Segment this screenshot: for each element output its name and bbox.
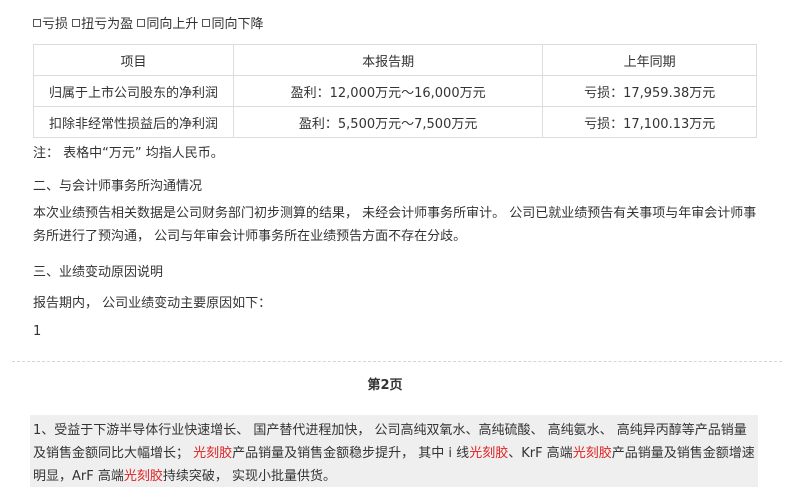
reason-paragraph: 1、受益于下游半导体行业快速增长、 国产替代进程加快， 公司高纯双氧水、高纯硫酸…	[33, 423, 755, 484]
table-note: 注： 表格中“万元” 均指人民币。	[33, 146, 224, 161]
table-cell: 扣除非经常性损益后的净利润	[33, 106, 234, 138]
table-cell: 亏损：17,100.13万元	[542, 106, 757, 138]
checkbox-icon	[72, 19, 81, 27]
header-prior-period: 上年同期	[542, 44, 757, 76]
highlight-term: 光刻胶	[193, 446, 233, 461]
checkbox-icon	[202, 19, 211, 27]
option-decrease: 同向下降	[202, 17, 263, 32]
table-row: 扣除非经常性损益后的净利润 盈利：5,500万元～7,500万元 亏损：17,1…	[33, 106, 757, 138]
table-header-row: 项目 本报告期 上年同期	[33, 44, 757, 76]
table-row: 归属于上市公司股东的净利润 盈利：12,000万元～16,000万元 亏损：17…	[33, 75, 757, 107]
section-2-heading: 二、与会计师事务所沟通情况	[33, 179, 203, 194]
checkbox-icon	[137, 19, 146, 27]
page-label: 第2页	[367, 378, 403, 393]
table-cell: 盈利：5,500万元～7,500万元	[232, 106, 544, 138]
section-2-body: 本次业绩预告相关数据是公司财务部门初步测算的结果， 未经会计师事务所审计。 公司…	[33, 206, 757, 244]
option-loss: 亏损	[33, 17, 68, 32]
highlight-term: 光刻胶	[123, 469, 163, 484]
checkbox-icon	[33, 19, 41, 27]
header-current-period: 本报告期	[232, 44, 544, 76]
header-item: 项目	[33, 44, 234, 76]
option-turnaround: 扭亏为盈	[72, 17, 133, 32]
table-cell: 亏损：17,959.38万元	[542, 75, 757, 107]
table-cell: 归属于上市公司股东的净利润	[33, 75, 234, 107]
page-divider	[12, 361, 782, 362]
table-cell: 盈利：12,000万元～16,000万元	[232, 75, 544, 107]
section-3-intro: 报告期内， 公司业绩变动主要原因如下：	[33, 296, 272, 311]
option-increase: 同向上升	[137, 17, 198, 32]
section-3-heading: 三、业绩变动原因说明	[33, 265, 164, 280]
highlight-term: 光刻胶	[572, 446, 612, 461]
performance-forecast-table: 项目 本报告期 上年同期 归属于上市公司股东的净利润 盈利：12,000万元～1…	[33, 44, 757, 138]
page-number: 1	[33, 324, 42, 339]
highlight-term: 光刻胶	[469, 446, 509, 461]
result-type-options: 亏损 扭亏为盈 同向上升 同向下降	[33, 13, 263, 32]
